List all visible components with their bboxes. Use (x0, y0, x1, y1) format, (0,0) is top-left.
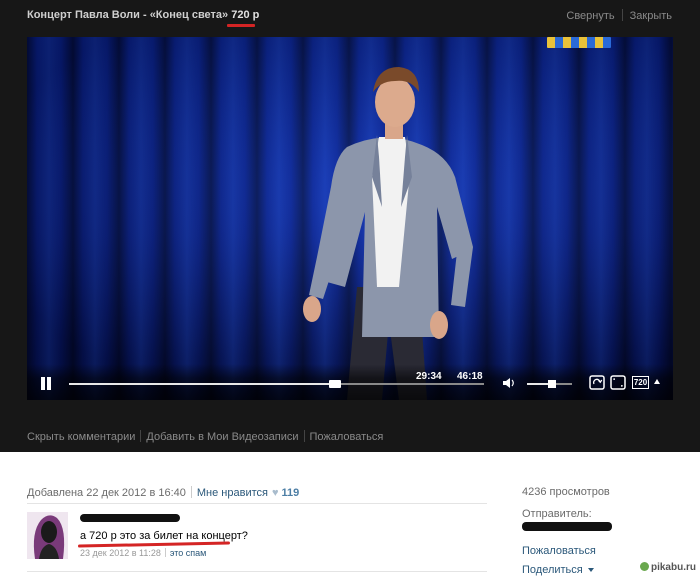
sender-label: Отправитель: (522, 508, 592, 520)
link-separator (140, 430, 142, 442)
close-button[interactable]: Закрыть (630, 10, 672, 22)
share-link[interactable]: Поделиться (522, 564, 594, 576)
comment-text: а 720 р это за билет на концерт? (80, 530, 248, 542)
spam-link[interactable]: это спам (170, 548, 207, 558)
expand-icon[interactable] (610, 375, 626, 390)
report-video-link[interactable]: Пожаловаться (310, 431, 384, 443)
video-info-row: Добавлена 22 дек 2012 в 16:40 Мне нравитс… (27, 486, 299, 499)
meta-separator (164, 548, 166, 557)
fullscreen-icon[interactable] (589, 375, 605, 390)
report-link[interactable]: Пожаловаться (522, 545, 596, 557)
chevron-down-icon (587, 568, 594, 572)
progress-fill (69, 383, 335, 385)
video-title: Концерт Павла Воли - «Конец света» 720 р (27, 9, 259, 21)
added-date: Добавлена 22 дек 2012 в 16:40 (27, 487, 186, 499)
volume-handle[interactable] (547, 380, 556, 388)
quality-highlight-underline (227, 24, 255, 27)
volume-icon[interactable] (502, 377, 516, 389)
video-quality-label: 720 р (231, 9, 260, 21)
share-label: Поделиться (522, 564, 583, 576)
pause-icon[interactable] (40, 377, 52, 390)
total-time: 46:18 (457, 371, 483, 382)
avatar-image (27, 512, 68, 559)
comment-highlight-underline (77, 541, 231, 548)
like-count[interactable]: 119 (282, 487, 300, 499)
divider (27, 503, 487, 504)
sender-redacted (522, 522, 612, 531)
window-links: Свернуть Закрыть (566, 9, 672, 22)
like-button[interactable]: Мне нравится (197, 487, 268, 499)
video-title-text: Концерт Павла Воли - «Конец света» (27, 9, 229, 21)
link-separator (303, 430, 305, 442)
add-to-videos-link[interactable]: Добавить в Мои Видеозаписи (146, 431, 298, 443)
watermark: pikabu.ru (639, 562, 696, 573)
link-separator (621, 9, 623, 21)
info-separator (190, 486, 192, 498)
quality-button[interactable]: 720 (632, 376, 649, 389)
performer-image (303, 67, 473, 400)
avatar[interactable] (27, 512, 68, 559)
progress-handle[interactable] (328, 380, 341, 388)
player-controls: 29:34 46:18 720 (27, 364, 673, 400)
volume-slider[interactable] (527, 380, 572, 388)
watermark-text: pikabu.ru (650, 562, 696, 573)
comment-author-redacted (80, 514, 180, 522)
video-actions: Скрыть комментарии Добавить в Мои Видеоза… (27, 430, 383, 443)
video-player-panel: Концерт Павла Воли - «Конец света» 720 р… (0, 0, 700, 452)
current-time: 29:34 (416, 371, 442, 382)
view-count: 4236 просмотров (522, 486, 610, 498)
hide-comments-link[interactable]: Скрыть комментарии (27, 431, 135, 443)
comment-date: 23 дек 2012 в 11:28 (80, 548, 161, 558)
heart-icon[interactable]: ♥ (272, 487, 279, 499)
progress-bar[interactable] (69, 380, 484, 388)
comment-meta: 23 дек 2012 в 11:28 это спам (80, 548, 206, 558)
watermark-logo-icon (639, 562, 649, 571)
chevron-up-icon[interactable] (654, 379, 660, 384)
divider (27, 571, 487, 572)
collapse-button[interactable]: Свернуть (566, 10, 614, 22)
video-frame[interactable]: 29:34 46:18 720 (27, 37, 673, 400)
